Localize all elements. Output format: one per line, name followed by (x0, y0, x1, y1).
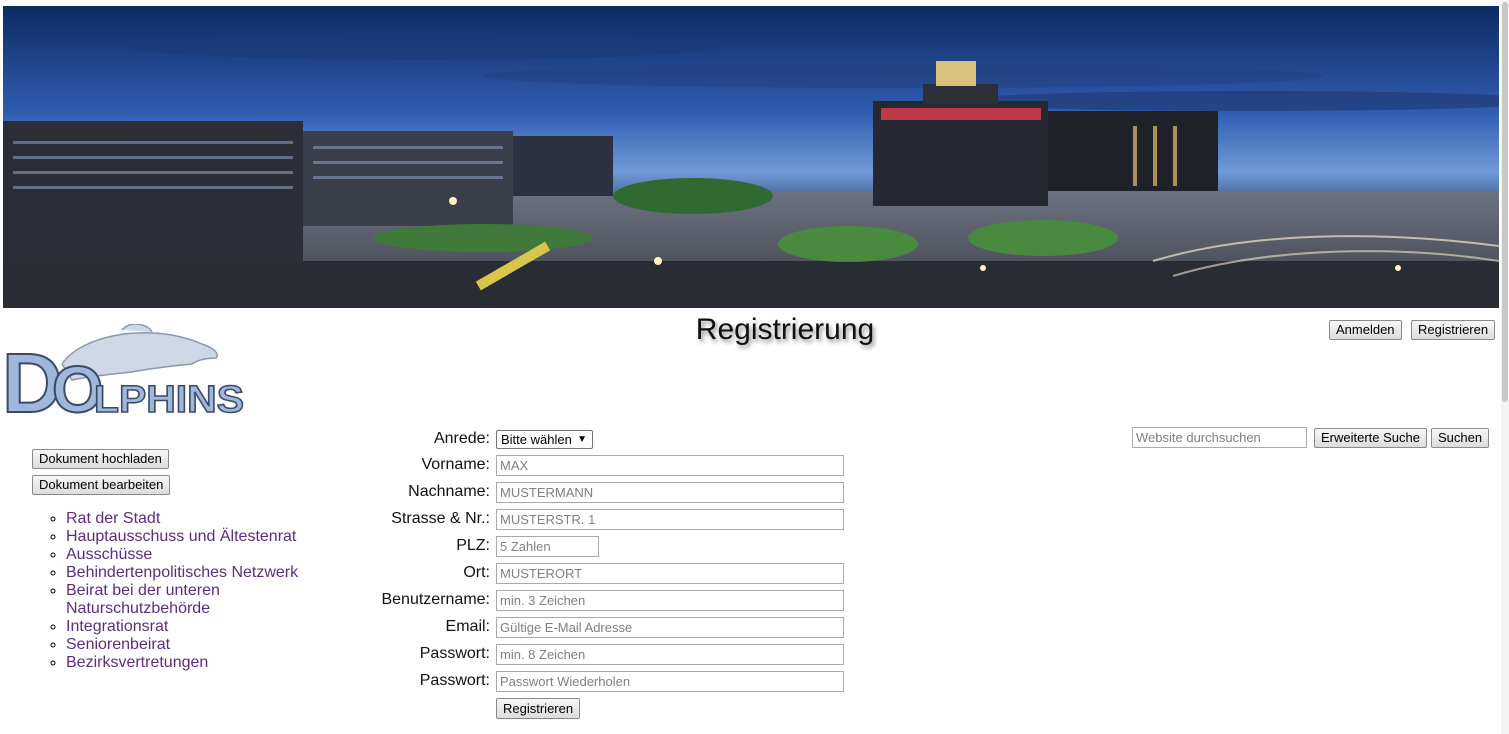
sidebar-item: Behindertenpolitisches Netzwerk (66, 564, 356, 582)
strasse-label: Strasse & Nr.: (391, 510, 490, 527)
password-label: Passwort: (419, 645, 490, 662)
anrede-select-value: Bitte wählen (501, 432, 572, 447)
search-input[interactable] (1132, 427, 1307, 448)
logo-text: LPHINS (94, 379, 244, 419)
dolphins-logo[interactable]: D O LPHINS (1, 323, 252, 431)
register-header-button[interactable]: Registrieren (1411, 320, 1496, 340)
vertical-scrollbar[interactable] (1501, 0, 1509, 734)
password-repeat-label: Passwort: (419, 672, 490, 689)
sidebar-link-behindertenpolitisches-netzwerk[interactable]: Behindertenpolitisches Netzwerk (66, 564, 298, 581)
sidebar-item: Beirat bei der unteren Naturschutzbehörd… (66, 582, 356, 618)
email-label: Email: (445, 618, 490, 635)
password-repeat-input[interactable] (496, 671, 844, 692)
sidebar-item: Seniorenbeirat (66, 636, 356, 654)
sidebar-item: Integrationsrat (66, 618, 356, 636)
sidebar-link-beirat-naturschutz[interactable]: Beirat bei der unteren Naturschutzbehörd… (66, 582, 220, 617)
edit-document-button[interactable]: Dokument bearbeiten (32, 475, 171, 495)
sidebar-link-integrationsrat[interactable]: Integrationsrat (66, 618, 168, 635)
login-button[interactable]: Anmelden (1329, 320, 1402, 340)
advanced-search-button[interactable]: Erweiterte Suche (1314, 428, 1427, 448)
chevron-down-icon: ▼ (577, 434, 587, 445)
strasse-input[interactable] (496, 509, 844, 530)
benutzername-label: Benutzername: (381, 591, 490, 608)
plz-input[interactable] (496, 536, 599, 557)
sidebar-item: Bezirksvertretungen (66, 654, 356, 672)
register-submit-button[interactable]: Registrieren (496, 698, 581, 719)
nachname-label: Nachname: (408, 483, 490, 500)
anrede-label: Anrede: (433, 430, 490, 447)
password-input[interactable] (496, 644, 844, 665)
anrede-select[interactable]: Bitte wählen ▼ (496, 430, 593, 449)
ort-input[interactable] (496, 563, 844, 584)
scrollbar-thumb[interactable] (1502, 2, 1508, 402)
plz-label: PLZ: (456, 537, 490, 554)
sidebar-link-hauptausschuss[interactable]: Hauptausschuss und Ältestenrat (66, 528, 296, 545)
sidebar-link-seniorenbeirat[interactable]: Seniorenbeirat (66, 636, 170, 653)
ort-label: Ort: (463, 564, 490, 581)
sidebar-link-ausschuesse[interactable]: Ausschüsse (66, 546, 152, 563)
nachname-input[interactable] (496, 482, 844, 503)
sidebar-item: Rat der Stadt (66, 510, 356, 528)
email-input[interactable] (496, 617, 844, 638)
sidebar-link-rat-der-stadt[interactable]: Rat der Stadt (66, 510, 160, 527)
upload-document-button[interactable]: Dokument hochladen (32, 449, 169, 469)
vorname-label: Vorname: (421, 456, 490, 473)
banner-image (3, 6, 1499, 308)
sidebar-nav: Rat der Stadt Hauptausschuss und Älteste… (30, 510, 356, 672)
sidebar-link-bezirksvertretungen[interactable]: Bezirksvertretungen (66, 654, 208, 671)
sidebar-item: Ausschüsse (66, 546, 356, 564)
benutzername-input[interactable] (496, 590, 844, 611)
vorname-input[interactable] (496, 455, 844, 476)
search-button[interactable]: Suchen (1431, 428, 1490, 448)
page-title: Registrierung (695, 313, 875, 346)
sidebar-item: Hauptausschuss und Ältestenrat (66, 528, 356, 546)
